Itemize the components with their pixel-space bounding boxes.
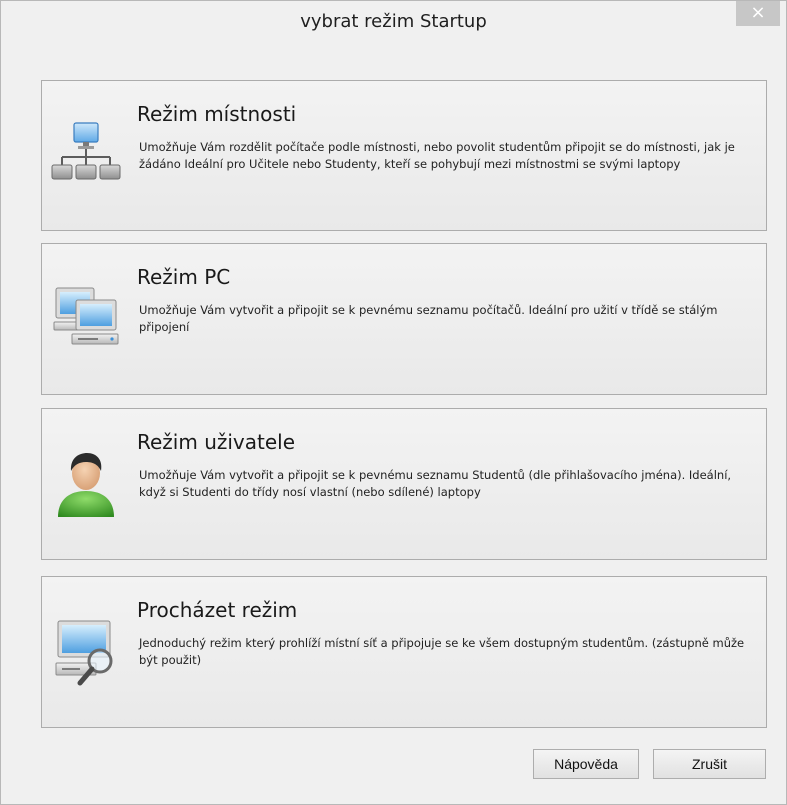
mode-description: Umožňuje Vám vytvořit a připojit se k pe… xyxy=(139,303,718,334)
mode-card-user[interactable]: Režim uživatele Umožňuje Vám vytvořit a … xyxy=(41,408,767,560)
title-bar: vybrat režim Startup × xyxy=(1,1,786,45)
close-button[interactable]: × xyxy=(736,1,780,26)
help-button[interactable]: Nápověda xyxy=(533,749,639,779)
mode-title: Procházet režim xyxy=(137,598,298,622)
mode-title: Režim PC xyxy=(137,265,231,289)
user-icon xyxy=(58,453,114,517)
mode-title: Režim místnosti xyxy=(137,102,297,126)
mode-description: Umožňuje Vám vytvořit a připojit se k pe… xyxy=(139,468,732,499)
startup-mode-dialog: vybrat režim Startup × Režim místnosti U… xyxy=(0,0,787,805)
mode-card-pc[interactable]: Režim PC Umožňuje Vám vytvořit a připoji… xyxy=(41,243,767,395)
mode-title: Režim uživatele xyxy=(137,430,296,454)
network-hierarchy-icon xyxy=(51,122,121,180)
mode-description: Umožňuje Vám rozdělit počítače podle mís… xyxy=(139,140,735,171)
computers-icon xyxy=(53,287,119,345)
cancel-button[interactable]: Zrušit xyxy=(653,749,766,779)
mode-description: Jednoduchý režim který prohlíží místní s… xyxy=(139,636,745,667)
dialog-title: vybrat režim Startup xyxy=(300,11,487,32)
mode-card-room[interactable]: Režim místnosti Umožňuje Vám rozdělit po… xyxy=(41,80,767,231)
browse-computer-icon xyxy=(55,620,113,686)
mode-card-browse[interactable]: Procházet režim Jednoduchý režim který p… xyxy=(41,576,767,728)
